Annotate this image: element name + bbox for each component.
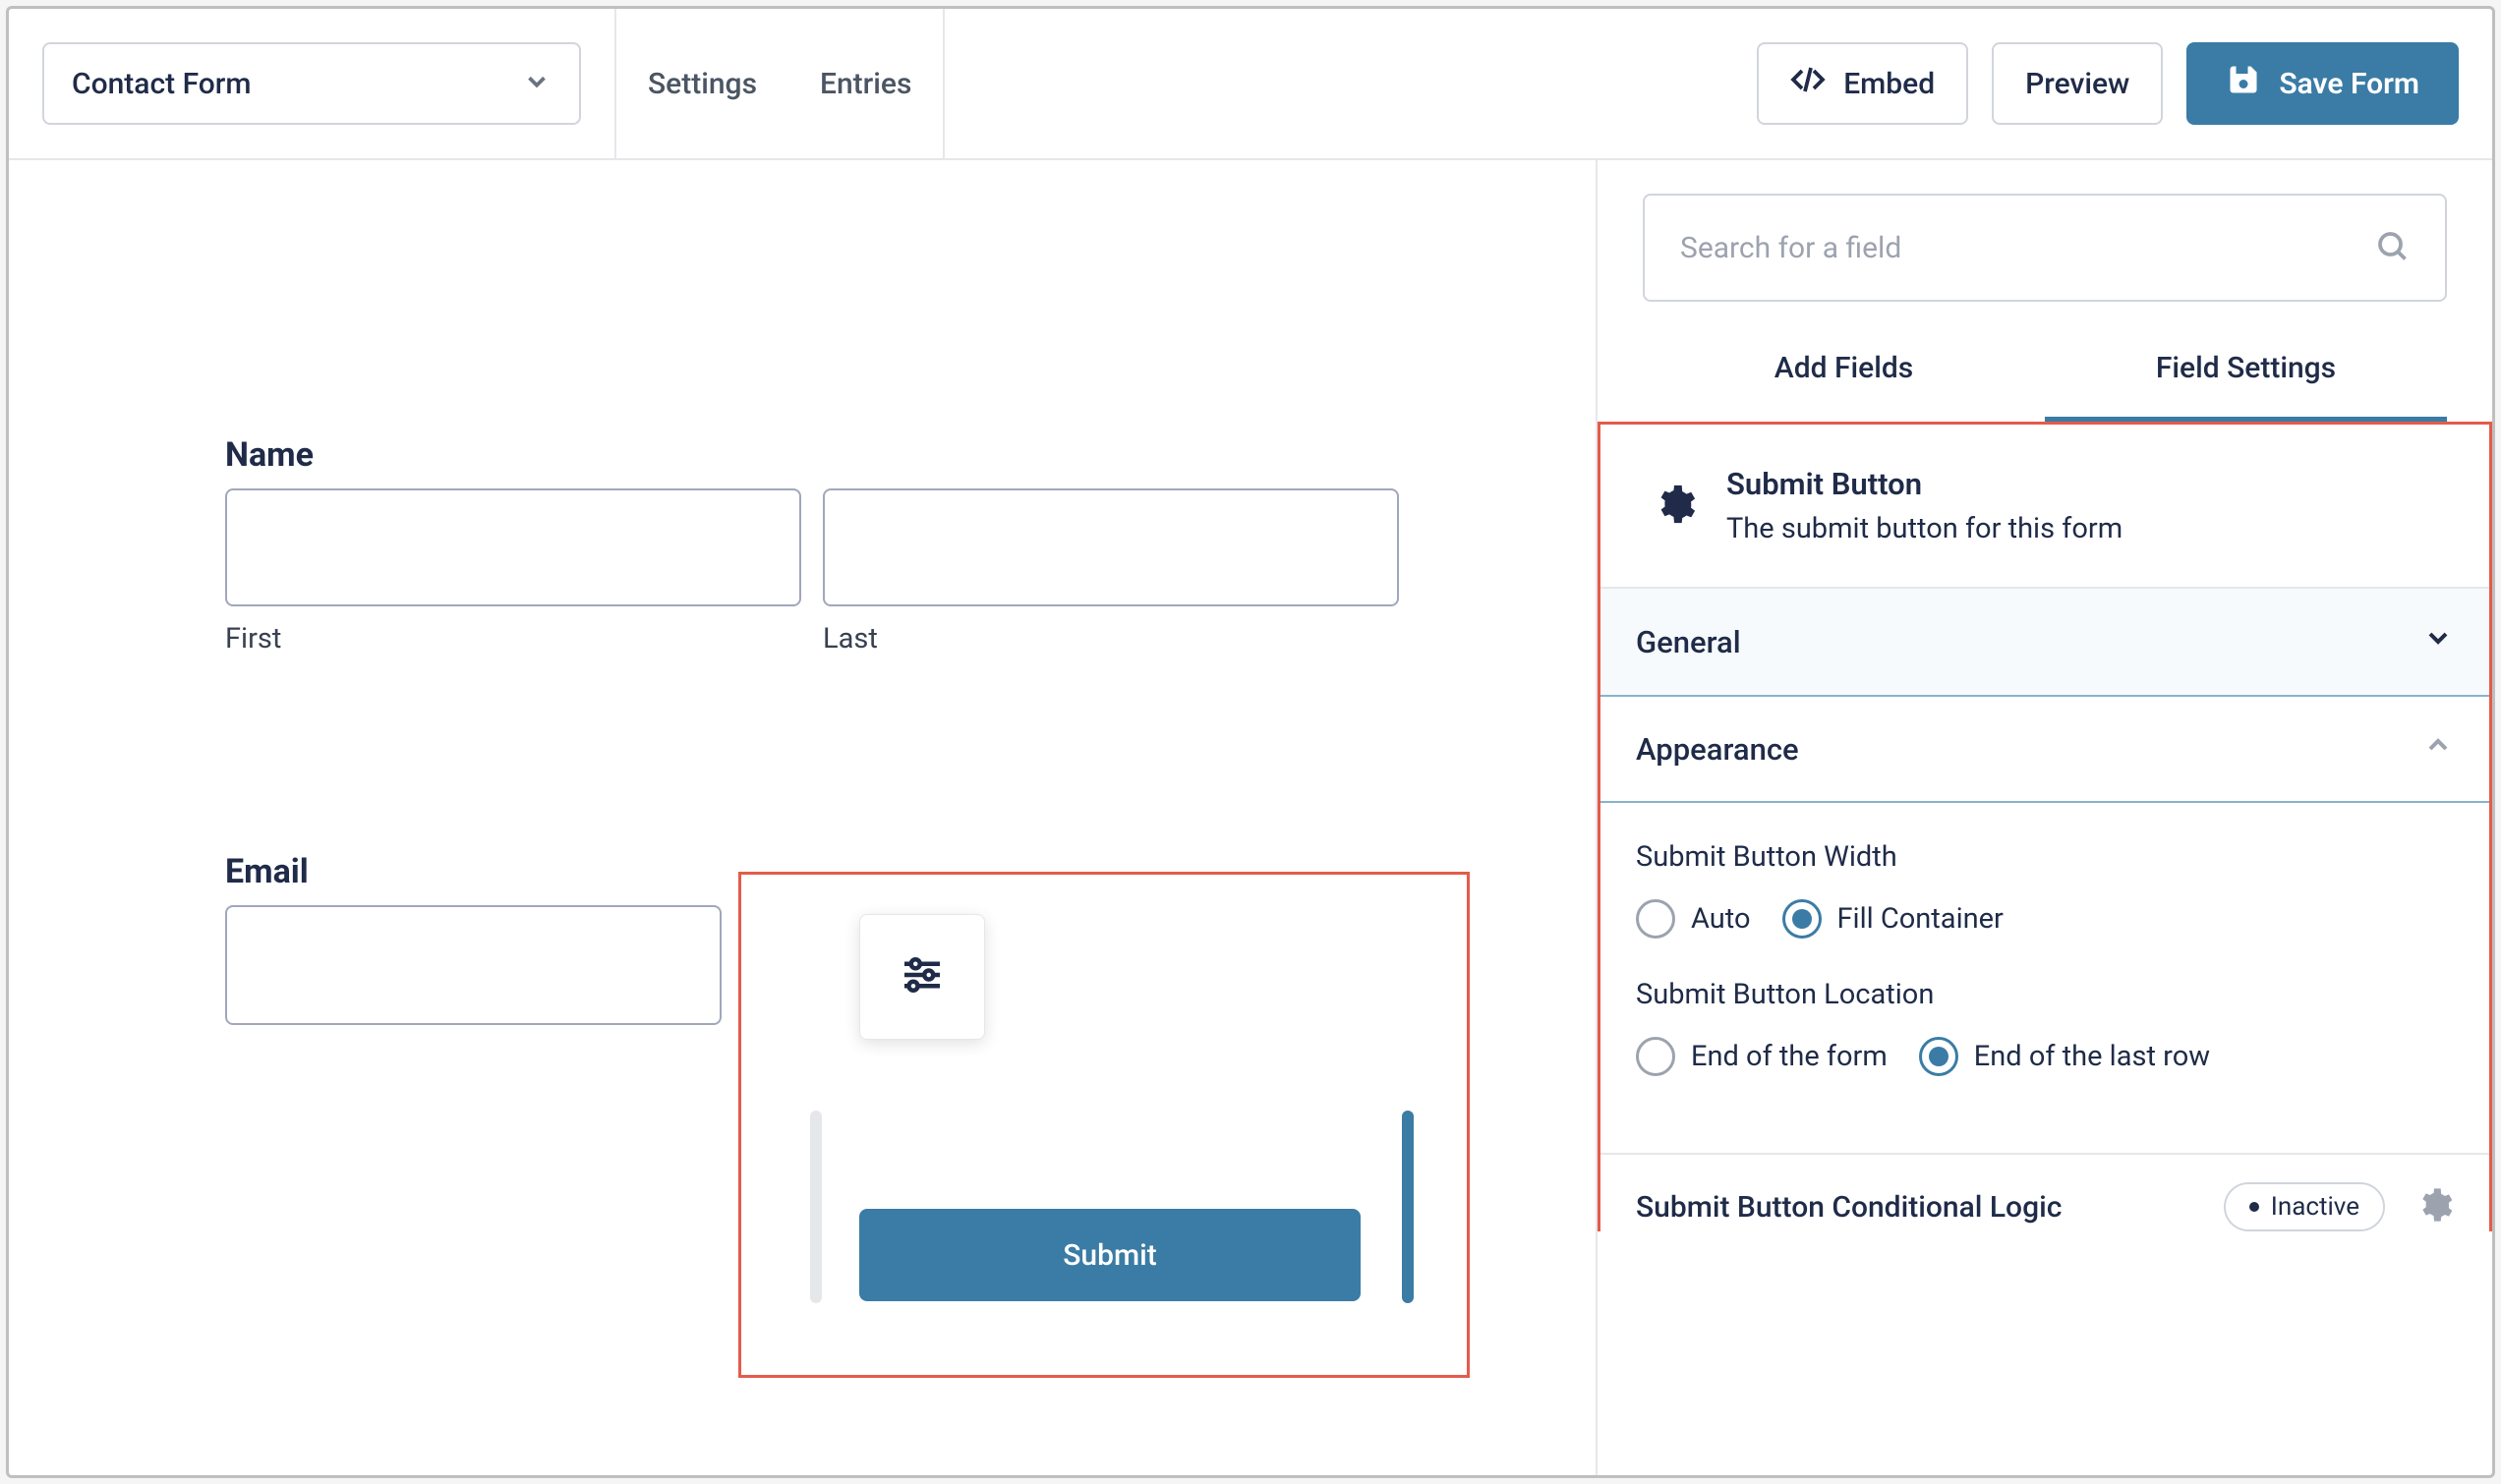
radio-fill-label: Fill Container: [1837, 902, 2004, 936]
submit-field-selected[interactable]: Submit: [738, 872, 1470, 1378]
name-label: Name: [225, 435, 1399, 475]
field-settings-handle[interactable]: [859, 914, 985, 1040]
appearance-body: Submit Button Width Auto Fill Container …: [1600, 803, 2489, 1153]
embed-label: Embed: [1843, 67, 1935, 101]
nav-tab-entries[interactable]: Entries: [788, 9, 943, 158]
field-header-text: Submit Button The submit button for this…: [1726, 466, 2123, 545]
first-name-col: First: [225, 488, 801, 656]
location-options: End of the form End of the last row: [1636, 1037, 2454, 1076]
nav-tabs: Settings Entries: [614, 9, 945, 158]
tab-add-fields[interactable]: Add Fields: [1643, 351, 2045, 422]
field-settings-panel: Submit Button The submit button for this…: [1598, 422, 2492, 1231]
conditional-logic-row: Submit Button Conditional Logic Inactive: [1600, 1153, 2489, 1231]
content: Name First Last Email: [9, 160, 2492, 1475]
chevron-down-icon: [2422, 622, 2454, 661]
search-input[interactable]: Search for a field: [1643, 194, 2447, 302]
location-label: Submit Button Location: [1636, 978, 2454, 1011]
topbar: Contact Form Settings Entries Embed Prev…: [9, 9, 2492, 160]
preview-label: Preview: [2025, 67, 2129, 101]
preview-button[interactable]: Preview: [1992, 42, 2163, 125]
width-options: Auto Fill Container: [1636, 899, 2454, 939]
section-general[interactable]: General: [1600, 587, 2489, 695]
logic-label: Submit Button Conditional Logic: [1636, 1190, 2062, 1225]
form-switcher[interactable]: Contact Form: [42, 42, 581, 125]
code-icon: [1790, 62, 1826, 105]
email-input[interactable]: [225, 905, 722, 1025]
radio-auto-label: Auto: [1691, 902, 1751, 936]
radio-width-auto[interactable]: Auto: [1636, 899, 1751, 939]
radio-width-fill[interactable]: Fill Container: [1782, 899, 2004, 939]
logic-right: Inactive: [2224, 1182, 2454, 1231]
chevron-up-icon: [2422, 729, 2454, 769]
first-sublabel: First: [225, 622, 801, 656]
save-button[interactable]: Save Form: [2186, 42, 2459, 125]
submit-button[interactable]: Submit: [859, 1209, 1361, 1301]
status-dot-icon: [2249, 1202, 2259, 1212]
submit-label: Submit: [1063, 1238, 1156, 1273]
radio-loc-end-form[interactable]: End of the form: [1636, 1037, 1888, 1076]
search-wrap: Search for a field: [1598, 160, 2492, 321]
form-switcher-label: Contact Form: [72, 67, 252, 101]
email-col: [225, 905, 722, 1025]
last-name-col: Last: [823, 488, 1399, 656]
width-label: Submit Button Width: [1636, 840, 2454, 874]
embed-button[interactable]: Embed: [1757, 42, 1968, 125]
logic-status-badge[interactable]: Inactive: [2224, 1182, 2385, 1231]
app-window: Contact Form Settings Entries Embed Prev…: [6, 6, 2495, 1478]
nav-tab-settings[interactable]: Settings: [616, 9, 788, 158]
section-appearance-label: Appearance: [1636, 731, 1799, 768]
field-description: The submit button for this form: [1726, 512, 2123, 545]
field-title: Submit Button: [1726, 466, 2123, 502]
section-general-label: General: [1636, 624, 1741, 660]
topbar-left: Contact Form Settings Entries: [9, 9, 945, 158]
save-icon: [2226, 62, 2261, 105]
field-header: Submit Button The submit button for this…: [1600, 425, 2489, 587]
logic-status-text: Inactive: [2271, 1192, 2359, 1222]
topbar-right: Embed Preview Save Form: [1757, 42, 2492, 125]
sidebar-tabs: Add Fields Field Settings: [1598, 321, 2492, 422]
radio-loc-end-row[interactable]: End of the last row: [1919, 1037, 2210, 1076]
name-row: First Last: [225, 488, 1399, 656]
form-canvas: Name First Last Email: [9, 160, 1596, 1475]
section-appearance[interactable]: Appearance: [1600, 695, 2489, 803]
sliders-icon: [896, 948, 949, 1005]
resize-handle-left[interactable]: [810, 1111, 822, 1303]
sidebar: Search for a field Add Fields Field Sett…: [1596, 160, 2492, 1475]
search-placeholder: Search for a field: [1680, 231, 1901, 265]
chevron-down-icon: [522, 67, 552, 100]
resize-handle-right[interactable]: [1402, 1111, 1414, 1303]
radio-endrow-label: End of the last row: [1974, 1040, 2210, 1073]
tab-field-settings[interactable]: Field Settings: [2045, 351, 2447, 422]
logic-settings-button[interactable]: [2414, 1185, 2454, 1228]
last-sublabel: Last: [823, 622, 1399, 656]
gear-icon: [1652, 482, 1697, 531]
first-name-input[interactable]: [225, 488, 801, 606]
last-name-input[interactable]: [823, 488, 1399, 606]
search-icon: [2374, 228, 2410, 267]
radio-endform-label: End of the form: [1691, 1040, 1888, 1073]
save-label: Save Form: [2279, 67, 2419, 101]
